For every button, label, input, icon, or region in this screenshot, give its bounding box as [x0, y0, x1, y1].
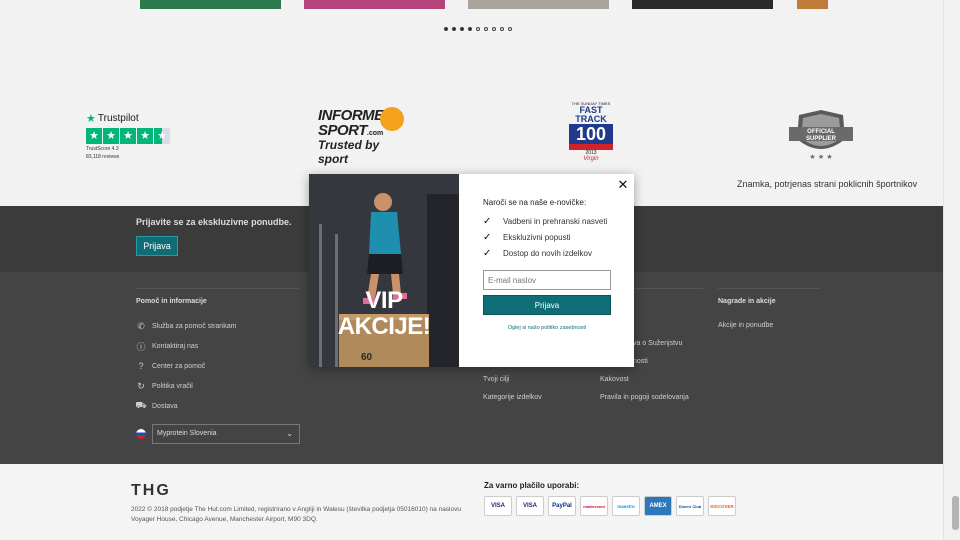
- checkmark-icon: ✓: [483, 232, 492, 243]
- chevron-down-icon: ⌄: [286, 429, 293, 438]
- footer-link[interactable]: Kakovost: [600, 376, 629, 383]
- footer-link[interactable]: Kategorije izdelkov: [483, 394, 542, 401]
- carousel-thumb[interactable]: [632, 0, 773, 9]
- visa-card-icon: VISA: [484, 496, 512, 516]
- modal-title: Naroči se na naše e-novičke:: [483, 198, 587, 207]
- fast-track-logo: THE SUNDAY TIMES FAST TRACK 100 2013 Vir…: [569, 101, 613, 171]
- help-heading: Pomoč in informacije: [136, 298, 207, 305]
- help-link-returns[interactable]: ↻ Politika vračil: [136, 381, 193, 391]
- modal-promo-image: 60 VIP AKCIJE!: [309, 174, 459, 367]
- thg-logo: THG: [131, 482, 171, 499]
- mastercard-card-icon: mastercard: [580, 496, 608, 516]
- footer-link[interactable]: Pravila in pogoji sodelovanja: [600, 394, 689, 401]
- trustpilot-brand: Trustpilot: [97, 113, 139, 124]
- shield-icon: OFFICIAL SUPPLIER ★ ★ ★: [789, 110, 853, 161]
- star-half-icon: ★: [154, 128, 170, 144]
- question-icon: ?: [138, 361, 144, 371]
- trustpilot-stars: ★ ★ ★ ★ ★: [86, 128, 170, 144]
- slovenia-flag-icon: [136, 429, 146, 439]
- privacy-policy-link[interactable]: Oglej si našo politiko zasebnosti: [483, 325, 611, 331]
- subscribe-button[interactable]: Prijava: [483, 295, 611, 315]
- carousel-dot[interactable]: [492, 27, 496, 31]
- region-selector: Myprotein Slovenia ⌄: [136, 424, 300, 444]
- carousel-thumb[interactable]: [304, 0, 445, 9]
- maestro-card-icon: maestro: [612, 496, 640, 516]
- carousel-pagination: [444, 27, 512, 31]
- product-carousel: [0, 0, 943, 40]
- region-select[interactable]: Myprotein Slovenia ⌄: [152, 424, 300, 444]
- carousel-thumb[interactable]: [468, 0, 609, 9]
- visa-card-icon: VISA: [516, 496, 544, 516]
- footer-link[interactable]: va o Suženjstvu: [633, 340, 682, 347]
- footer-link[interactable]: Tvoji cilji: [483, 376, 509, 383]
- benefit-item: ✓ Vadbeni in prehranski nasveti: [483, 216, 608, 227]
- checkmark-icon: ✓: [483, 248, 492, 259]
- truck-icon: ⛟: [135, 400, 147, 410]
- carousel-dot[interactable]: [500, 27, 504, 31]
- star-icon: ★: [86, 128, 102, 144]
- benefit-item: ✓ Ekskluzivni popusti: [483, 232, 571, 243]
- carousel-thumb[interactable]: [797, 0, 828, 9]
- diners-card-icon: Diners Club: [676, 496, 704, 516]
- carousel-thumb[interactable]: [140, 0, 281, 9]
- informed-sport-logo: INFORMED- SPORT.com Trusted by sport: [318, 107, 410, 166]
- informed-sport-emblem-icon: [380, 107, 404, 131]
- scrollbar-thumb[interactable]: [952, 496, 959, 530]
- checkmark-icon: ✓: [483, 216, 492, 227]
- footer-link[interactable]: nosti: [633, 358, 648, 365]
- newsletter-modal: 60 VIP AKCIJE! ✕ Naroči se na naše e-nov…: [309, 174, 634, 367]
- modal-form: Naroči se na naše e-novičke: ✓ Vadbeni i…: [483, 174, 623, 367]
- trustpilot-reviews: 83,118 reviews: [86, 154, 120, 160]
- supplier-caption: Znamka, potrjenas strani poklicnih šport…: [737, 179, 918, 189]
- help-link-customer-service[interactable]: ✆ Služba za pomoč strankam: [136, 321, 236, 331]
- help-link-help-center[interactable]: ? Center za pomoč: [136, 361, 205, 371]
- vertical-scrollbar[interactable]: [943, 0, 960, 540]
- footer-link[interactable]: Akcije in ponudbe: [718, 322, 773, 329]
- carousel-dot[interactable]: [460, 27, 464, 31]
- help-link-contact[interactable]: ⓘ Kontaktiraj nas: [136, 341, 198, 352]
- vip-promo-text: VIP AKCIJE!: [337, 287, 431, 340]
- newsletter-title: Prijavite se za ekskluzivne ponudbe.: [136, 217, 292, 227]
- official-supplier-badge: OFFICIAL SUPPLIER ★ ★ ★: [785, 109, 857, 163]
- help-link-delivery[interactable]: ⛟ Dostava: [135, 400, 177, 411]
- trustpilot-widget[interactable]: ★ Trustpilot ★ ★ ★ ★ ★ TrustScore 4.3 83,…: [86, 112, 170, 160]
- email-input[interactable]: [483, 270, 611, 290]
- rewards-heading: Nagrade in akcije: [718, 298, 776, 305]
- carousel-dot[interactable]: [484, 27, 488, 31]
- payment-title: Za varno plačilo uporabi:: [484, 481, 580, 490]
- amex-card-icon: AMEX: [644, 496, 672, 516]
- divider: [136, 288, 299, 289]
- star-icon: ★: [137, 128, 153, 144]
- carousel-dot[interactable]: [468, 27, 472, 31]
- star-icon: ★: [103, 128, 119, 144]
- refresh-icon: ↻: [137, 380, 145, 391]
- phone-icon: ✆: [137, 320, 145, 331]
- carousel-dot[interactable]: [508, 27, 512, 31]
- svg-text:OFFICIAL: OFFICIAL: [807, 129, 835, 135]
- svg-text:SUPPLIER: SUPPLIER: [806, 136, 837, 142]
- carousel-dot[interactable]: [452, 27, 456, 31]
- divider: [718, 288, 821, 289]
- svg-text:★ ★ ★: ★ ★ ★: [809, 153, 832, 161]
- copyright-text: 2022 © 2018 podjetje The Hut.com Limited…: [131, 506, 461, 523]
- trustpilot-score: TrustScore 4.3: [86, 146, 119, 152]
- trustpilot-star-icon: ★: [86, 113, 96, 125]
- carousel-dot[interactable]: [476, 27, 480, 31]
- carousel-dot[interactable]: [444, 27, 448, 31]
- info-icon: ⓘ: [136, 341, 146, 352]
- newsletter-signup-button[interactable]: Prijava: [136, 236, 178, 256]
- star-icon: ★: [120, 128, 136, 144]
- legal-footer: THG 2022 © 2018 podjetje The Hut.com Lim…: [0, 464, 943, 540]
- benefit-item: ✓ Dostop do novih izdelkov: [483, 248, 592, 259]
- payment-methods: VISA VISA PayPal mastercard maestro AMEX…: [484, 496, 736, 516]
- discover-card-icon: DISCOVER: [708, 496, 736, 516]
- svg-text:60: 60: [361, 352, 373, 363]
- paypal-card-icon: PayPal: [548, 496, 576, 516]
